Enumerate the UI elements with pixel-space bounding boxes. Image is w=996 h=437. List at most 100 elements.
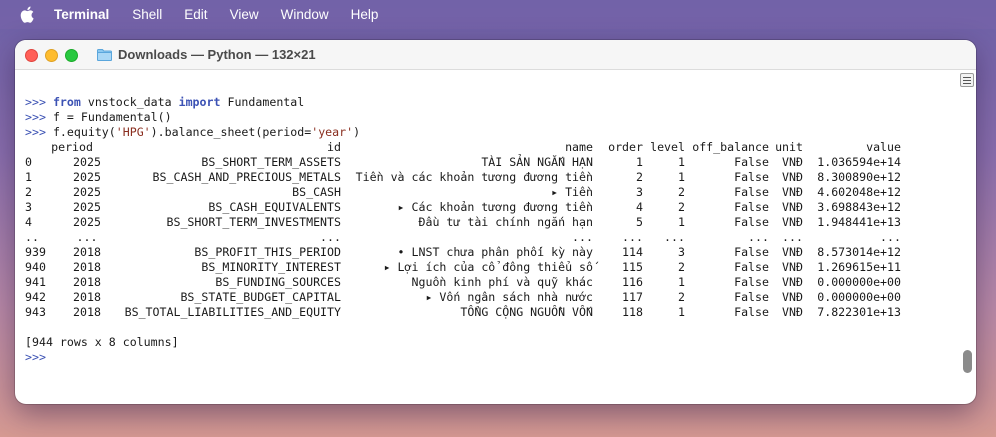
split-view-button[interactable]	[960, 73, 974, 87]
menu-app-terminal[interactable]: Terminal	[54, 7, 109, 22]
cell-index: 1	[25, 170, 32, 184]
cell-level: 2	[678, 290, 685, 304]
cell-name: • LNST chưa phân phối kỳ này	[397, 245, 593, 259]
current-prompt-line: >>>	[25, 350, 955, 365]
cell-unit: VNĐ	[782, 290, 803, 304]
cell-value: 7.822301e+13	[817, 305, 901, 319]
cell-index: 939	[25, 245, 46, 259]
module-name: vnstock_data	[80, 95, 179, 109]
command-line-2: >>> f = Fundamental()	[25, 110, 955, 125]
cell-index: 940	[25, 260, 46, 274]
cell-unit: VNĐ	[782, 170, 803, 184]
terminal-output[interactable]: >>> from vnstock_data import Fundamental…	[25, 95, 955, 395]
menu-help[interactable]: Help	[351, 7, 379, 22]
cell-id: BS_STATE_BUDGET_CAPITAL	[180, 290, 341, 304]
cell-order: 115	[622, 260, 643, 274]
scrollbar-thumb[interactable]	[963, 350, 972, 373]
cell-value: 4.602048e+12	[817, 185, 901, 199]
cell-level: ...	[664, 230, 685, 244]
command-text: f = Fundamental()	[52, 110, 172, 124]
string-literal: 'HPG'	[115, 125, 151, 139]
cell-level: 2	[678, 200, 685, 214]
cell-off-balance: False	[734, 185, 769, 199]
menu-edit[interactable]: Edit	[184, 7, 207, 22]
cell-unit: VNĐ	[782, 260, 803, 274]
cell-id: BS_TOTAL_LIABILITIES_AND_EQUITY	[124, 305, 341, 319]
cell-id: ...	[320, 230, 341, 244]
menu-window[interactable]: Window	[281, 7, 329, 22]
table-row: 942 2018 BS_STATE_BUDGET_CAPITAL ▸ Vốn ngân…	[25, 290, 955, 305]
cell-index: 3	[25, 200, 32, 214]
column-header-unit: unit	[775, 140, 803, 154]
import-name: Fundamental	[220, 95, 305, 109]
cell-off-balance: False	[734, 290, 769, 304]
cell-id: BS_FUNDING_SOURCES	[215, 275, 341, 289]
prompt: >>>	[25, 350, 46, 364]
cell-index: 941	[25, 275, 46, 289]
apple-menu-icon[interactable]	[19, 6, 35, 24]
cell-id: BS_SHORT_TERM_INVESTMENTS	[166, 215, 341, 229]
column-header-order: order	[608, 140, 643, 154]
window-title-text: Downloads — Python — 132×21	[118, 47, 316, 62]
command-line-1: >>> from vnstock_data import Fundamental	[25, 95, 955, 110]
window-title: Downloads — Python — 132×21	[97, 47, 316, 62]
cell-unit: VNĐ	[782, 215, 803, 229]
cell-order: 2	[636, 170, 643, 184]
cell-level: 1	[678, 215, 685, 229]
cell-id: BS_SHORT_TERM_ASSETS	[201, 155, 341, 169]
cell-off-balance: False	[734, 200, 769, 214]
cell-order: 1	[636, 155, 643, 169]
table-row: 939 2018 BS_PROFIT_THIS_PERIOD • LNST chưa …	[25, 245, 955, 260]
cell-index: ..	[25, 230, 39, 244]
cell-id: BS_CASH_EQUIVALENTS	[208, 200, 341, 214]
cell-unit: VNĐ	[782, 275, 803, 289]
cell-name: Đầu tư tài chính ngắn hạn	[418, 215, 593, 229]
cell-off-balance: False	[734, 275, 769, 289]
cell-name: ▸ Vốn ngân sách nhà nước	[425, 290, 593, 304]
cell-id: BS_CASH_AND_PRECIOUS_METALS	[152, 170, 341, 184]
cell-order: 117	[622, 290, 643, 304]
terminal-window: Downloads — Python — 132×21 >>> from vns…	[15, 40, 976, 404]
column-header-id: id	[327, 140, 341, 154]
table-header: period id name order level off_balance u…	[25, 140, 955, 155]
folder-icon	[97, 48, 112, 61]
zoom-button[interactable]	[65, 49, 78, 62]
cell-value: 3.698843e+12	[817, 200, 901, 214]
cell-unit: VNĐ	[782, 185, 803, 199]
cell-order: 3	[636, 185, 643, 199]
cell-name: ▸ Các khoản tương đương tiền	[397, 200, 593, 214]
cell-level: 2	[678, 185, 685, 199]
cell-off-balance: False	[734, 305, 769, 319]
column-header-period: period	[51, 140, 93, 154]
cell-off-balance: False	[734, 155, 769, 169]
menu-bar: Terminal Shell Edit View Window Help	[0, 0, 996, 29]
minimize-button[interactable]	[45, 49, 58, 62]
cell-unit: ...	[782, 230, 803, 244]
cell-value: 1.036594e+14	[817, 155, 901, 169]
cell-unit: VNĐ	[782, 305, 803, 319]
column-header-off-balance: off_balance	[692, 140, 769, 154]
cell-id: BS_CASH	[292, 185, 341, 199]
prompt: >>>	[25, 110, 46, 124]
cell-off-balance: False	[734, 245, 769, 259]
cell-order: 4	[636, 200, 643, 214]
cell-order: 118	[622, 305, 643, 319]
cell-value: 0.000000e+00	[817, 290, 901, 304]
column-header-level: level	[650, 140, 685, 154]
cell-id: BS_PROFIT_THIS_PERIOD	[194, 245, 341, 259]
keyword-from: from	[52, 95, 81, 109]
cell-level: 1	[678, 305, 685, 319]
table-row: ..........................	[25, 230, 955, 245]
column-header-value: value	[866, 140, 901, 154]
table-row: 941 2018 BS_FUNDING_SOURCES Nguồn kinh phí …	[25, 275, 955, 290]
column-header-name: name	[565, 140, 593, 154]
cell-name: ...	[572, 230, 593, 244]
cell-name: ▸ Tiền	[551, 185, 593, 199]
title-bar[interactable]: Downloads — Python — 132×21	[15, 40, 976, 70]
cell-index: 4	[25, 215, 32, 229]
cell-value: 0.000000e+00	[817, 275, 901, 289]
menu-shell[interactable]: Shell	[132, 7, 162, 22]
close-button[interactable]	[25, 49, 38, 62]
menu-view[interactable]: View	[230, 7, 259, 22]
cell-index: 2	[25, 185, 32, 199]
